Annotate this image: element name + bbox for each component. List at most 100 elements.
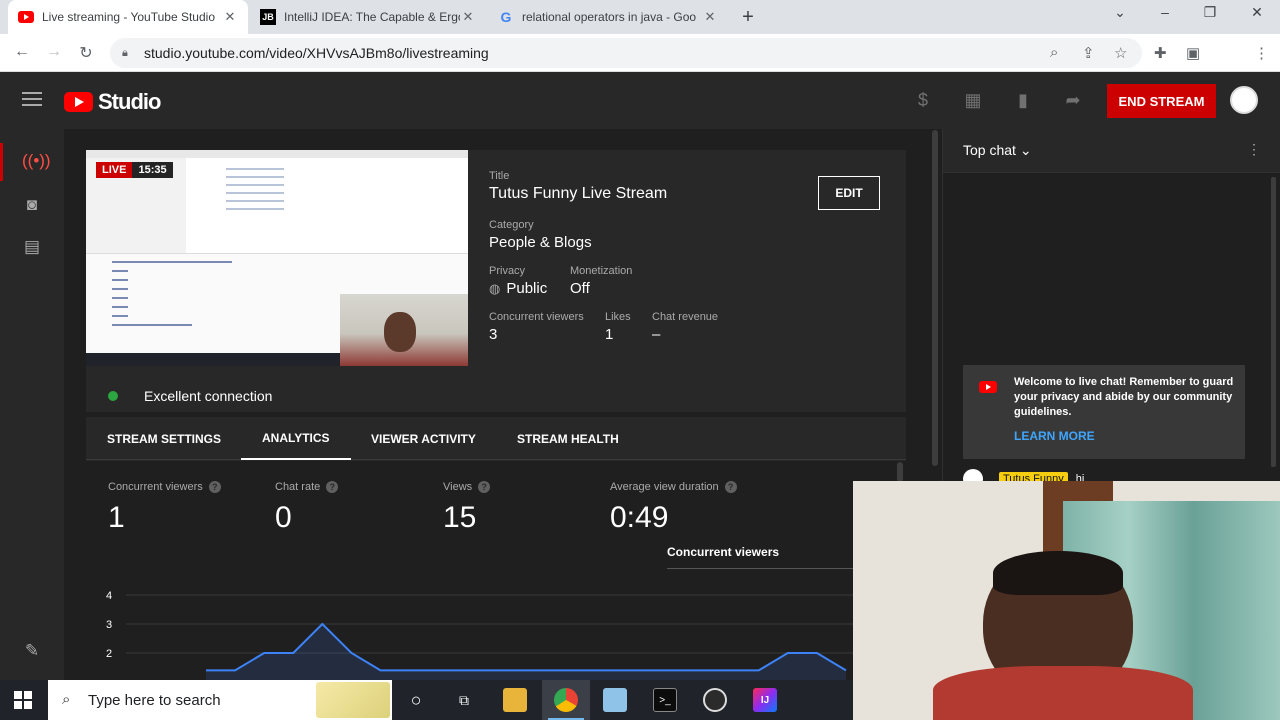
chat-header: Top chat ⌄ ⋮: [943, 129, 1280, 173]
concurrent-viewers-chart: 4 3 2: [106, 590, 866, 680]
help-icon[interactable]: ?: [326, 481, 339, 493]
share-arrow-icon[interactable]: ➦: [1062, 90, 1084, 111]
metric-label: Chat rate: [275, 481, 321, 493]
youtube-icon: [18, 9, 34, 25]
calendar-icon[interactable]: ▤: [22, 237, 42, 257]
browser-tab-google[interactable]: G relational operators in java - Goo ✕: [488, 0, 728, 34]
bookmark-icon[interactable]: ▮: [1012, 90, 1034, 111]
privacy-label: Privacy: [489, 265, 526, 277]
chat-welcome-notice: Welcome to live chat! Remember to guard …: [963, 365, 1245, 459]
main-content: LIVE 15:35 Title Tutus Funny Live Stream…: [64, 129, 940, 680]
tab-stream-health[interactable]: STREAM HEALTH: [496, 417, 640, 460]
extensions-icon[interactable]: ✚: [1154, 44, 1167, 62]
tab-search-icon[interactable]: ⌄: [1108, 4, 1132, 21]
side-panel-icon[interactable]: ▣: [1186, 44, 1200, 62]
close-window-icon[interactable]: ✕: [1245, 4, 1269, 21]
live-label: LIVE: [96, 162, 133, 178]
category-label: Category: [489, 219, 534, 231]
y-tick-label: 2: [106, 648, 112, 660]
feedback-icon[interactable]: ✎: [22, 641, 42, 661]
chat-revenue-label: Chat revenue: [652, 311, 719, 323]
url-field[interactable]: 🔒︎ studio.youtube.com/video/XHVvsAJBm8o/…: [110, 38, 1142, 68]
end-stream-button[interactable]: END STREAM: [1107, 84, 1216, 118]
edit-button[interactable]: EDIT: [818, 176, 880, 210]
metric-label: Average view duration: [610, 481, 719, 493]
tabs-panel: STREAM SETTINGS ANALYTICS VIEWER ACTIVIT…: [86, 417, 906, 680]
chrome-icon[interactable]: [554, 688, 578, 712]
taskbar-search-box[interactable]: ⌕ Type here to search: [48, 680, 392, 720]
chevron-down-icon: ⌄: [1019, 142, 1032, 158]
file-explorer-icon[interactable]: [503, 688, 527, 712]
url-text: studio.youtube.com/video/XHVvsAJBm8o/liv…: [144, 45, 489, 61]
close-tab-icon[interactable]: ✕: [460, 9, 476, 25]
reload-icon[interactable]: ↻: [76, 43, 96, 63]
left-rail: ((•)) ◙ ▤ ✎: [0, 129, 64, 680]
main-scrollbar[interactable]: [932, 130, 938, 466]
chart-selector-underline: [667, 568, 877, 569]
cortana-icon[interactable]: ○: [404, 688, 428, 712]
tab-viewer-activity[interactable]: VIEWER ACTIVITY: [350, 417, 497, 460]
browser-tab-youtube-studio[interactable]: Live streaming - YouTube Studio ✕: [8, 0, 248, 34]
concurrent-viewers-value: 3: [489, 326, 498, 343]
chat-mode-label: Top chat: [963, 142, 1016, 158]
monetization-icon[interactable]: $: [912, 90, 934, 111]
chat-scrollbar[interactable]: [1271, 177, 1276, 467]
chart-area-fill: [206, 624, 846, 680]
close-tab-icon[interactable]: ✕: [222, 9, 238, 25]
close-tab-icon[interactable]: ✕: [702, 9, 718, 25]
lock-icon: 🔒︎: [122, 46, 128, 59]
preview-webcam: [340, 294, 468, 366]
metric-value: 0:49: [610, 501, 669, 534]
stream-broadcast-icon[interactable]: ((•)): [22, 151, 51, 171]
windows-start-icon[interactable]: [14, 691, 32, 709]
intellij-icon[interactable]: IJ: [753, 688, 777, 712]
elapsed-time: 15:35: [132, 162, 173, 178]
google-icon: G: [500, 9, 512, 25]
metric-value: 15: [443, 501, 477, 534]
analytics-body: Concurrent viewers? 1 Chat rate? 0 Views…: [86, 461, 906, 680]
stream-preview[interactable]: LIVE 15:35: [86, 150, 468, 366]
terminal-icon[interactable]: >_: [653, 688, 677, 712]
search-icon: ⌕: [62, 691, 71, 708]
y-tick-label: 4: [106, 590, 112, 602]
youtube-play-icon: [64, 92, 93, 112]
jetbrains-icon: JB: [260, 9, 276, 25]
menu-dots-icon[interactable]: ⋮: [1254, 44, 1269, 62]
help-icon[interactable]: ?: [724, 481, 737, 493]
camera-icon[interactable]: ◙: [22, 195, 42, 215]
hamburger-menu-icon[interactable]: [22, 92, 42, 110]
zoom-icon[interactable]: ⌕: [1050, 44, 1058, 61]
browser-tab-strip: Live streaming - YouTube Studio ✕ JB Int…: [0, 0, 1280, 34]
privacy-value: Public: [506, 280, 548, 297]
browser-tab-intellij[interactable]: JB IntelliJ IDEA: The Capable & Ergo ✕: [250, 0, 486, 34]
help-icon[interactable]: ?: [478, 481, 491, 493]
tab-stream-settings[interactable]: STREAM SETTINGS: [86, 417, 242, 460]
chart-title: Concurrent viewers: [667, 545, 780, 559]
metric-value: 0: [275, 501, 292, 534]
new-tab-icon[interactable]: +: [738, 6, 758, 29]
notepad-icon[interactable]: [603, 688, 627, 712]
learn-more-link[interactable]: LEARN MORE: [1014, 429, 1095, 443]
y-tick-label: 3: [106, 619, 112, 631]
likes-label: Likes: [605, 311, 631, 323]
welcome-message: Welcome to live chat! Remember to guard …: [1014, 376, 1234, 418]
forward-icon[interactable]: →: [44, 43, 64, 61]
clapperboard-icon[interactable]: ▦: [962, 90, 984, 111]
minimize-icon[interactable]: –: [1153, 4, 1177, 20]
tab-analytics[interactable]: ANALYTICS: [241, 417, 351, 460]
obs-icon[interactable]: [703, 688, 727, 712]
bookmark-star-icon[interactable]: ☆: [1114, 44, 1127, 62]
share-icon[interactable]: ⇪: [1082, 44, 1095, 62]
task-view-icon[interactable]: ⧉: [452, 688, 476, 712]
channel-avatar[interactable]: [1230, 86, 1258, 114]
restore-icon[interactable]: ❐: [1198, 4, 1222, 21]
panel-scrollbar[interactable]: [897, 462, 903, 482]
back-icon[interactable]: ←: [12, 43, 32, 61]
youtube-studio-logo[interactable]: Studio: [64, 89, 161, 115]
help-icon[interactable]: ?: [208, 481, 221, 493]
top-chat-dropdown[interactable]: Top chat ⌄: [963, 142, 1032, 159]
live-badge: LIVE 15:35: [96, 162, 173, 178]
chat-more-icon[interactable]: ⋮: [1247, 141, 1261, 158]
address-bar-row: ← → ↻ 🔒︎ studio.youtube.com/video/XHVvsA…: [0, 34, 1280, 97]
metric-label: Views: [443, 481, 473, 493]
